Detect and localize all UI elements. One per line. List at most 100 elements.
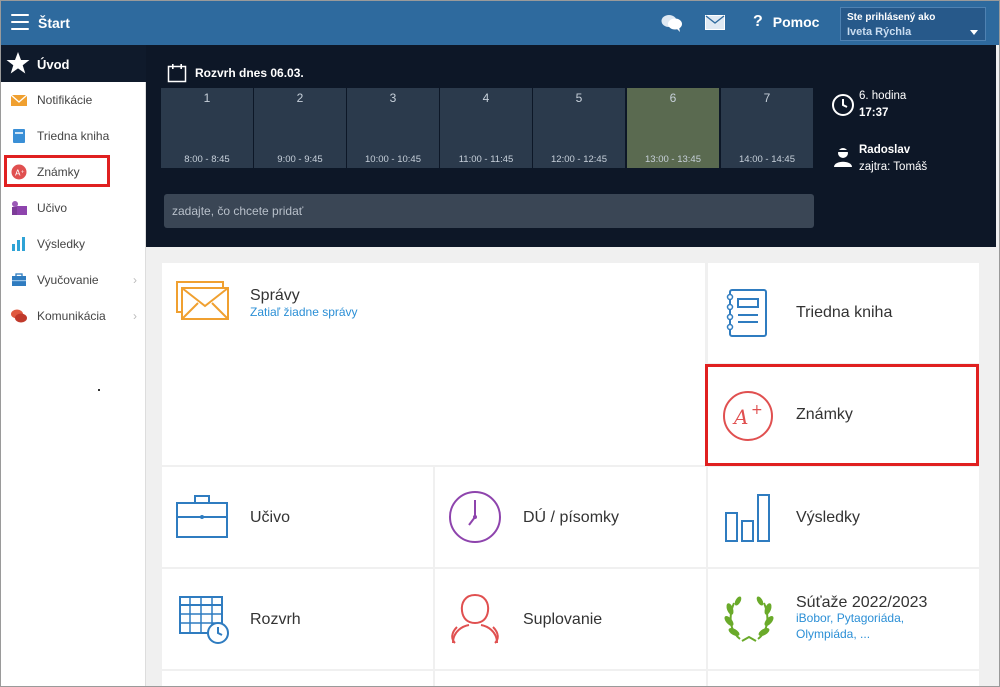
envelope-icon [11, 94, 27, 106]
sidebar-item-label: Triedna kniha [37, 129, 110, 143]
sidebar-item-vysledky[interactable]: Výsledky [1, 226, 145, 262]
tile-label: Rozvrh [250, 611, 301, 628]
sidebar-item-znamky[interactable]: A⁺ Známky [1, 154, 145, 190]
page-title: Štart [38, 15, 70, 31]
sidebar-item-triedna-kniha[interactable]: Triedna kniha [1, 118, 145, 154]
menu-icon[interactable] [11, 14, 29, 30]
slot-time: 9:00 - 9:45 [277, 154, 323, 165]
schedule-title: Rozvrh dnes 06.03. [167, 63, 304, 83]
sidebar-item-notifikacie[interactable]: Notifikácie [1, 82, 145, 118]
tile-znamky[interactable]: A + Známky [708, 365, 979, 465]
svg-text:A: A [732, 405, 748, 429]
tile-label: Známky [796, 406, 853, 423]
sidebar-item-vyucovanie[interactable]: Vyučovanie › [1, 262, 145, 298]
tile-sublabel: Olympiáda, ... [796, 627, 871, 641]
tile-ucivo[interactable]: Učivo [162, 467, 433, 567]
star-icon [6, 52, 30, 74]
tile-partial[interactable] [162, 671, 433, 686]
slot-number: 2 [296, 91, 304, 105]
slot-time: 13:00 - 13:45 [645, 154, 701, 165]
schedule-panel: Rozvrh dnes 06.03. 1 8:00 - 8:45 2 9:00 - … [146, 45, 996, 247]
schedule-slot-6-current[interactable]: 6 13:00 - 13:45 [627, 88, 719, 168]
slot-number: 5 [575, 91, 583, 105]
briefcase-icon [176, 495, 228, 538]
help-icon: ? [753, 13, 763, 30]
tile-label: Výsledky [796, 509, 861, 526]
tile-spravy[interactable]: Správy Zatiaľ žiadne správy [162, 263, 705, 465]
tile-vysledky[interactable]: Výsledky [708, 467, 979, 567]
schedule-slot-7[interactable]: 7 14:00 - 14:45 [721, 88, 813, 168]
user-menu[interactable]: Ste prihlásený ako Iveta Rýchla [840, 7, 986, 41]
current-hour-time-wrap: 17:37 [859, 107, 888, 119]
tile-sublabel: Zatiaľ žiadne správy [250, 305, 358, 319]
slot-time: 8:00 - 8:45 [184, 154, 230, 165]
user-prefix: Ste prihlásený ako [847, 12, 936, 23]
sidebar-item-label: Učivo [37, 201, 68, 215]
stray-dot [98, 389, 100, 391]
tile-rozvrh[interactable]: Rozvrh [162, 569, 433, 669]
sidebar-header-label: Úvod [37, 57, 70, 72]
sidebar-item-label: Komunikácia [37, 309, 106, 323]
tile-label: Učivo [250, 509, 291, 526]
tile-sublabel: iBobor, Pytagoriáda, [796, 611, 905, 625]
briefcase-icon [12, 273, 26, 286]
schedule-slot-5[interactable]: 5 12:00 - 12:45 [533, 88, 625, 168]
mail-icon[interactable] [705, 15, 725, 35]
schedule-slot-4[interactable]: 4 11:00 - 11:45 [440, 88, 532, 168]
clock-icon [449, 491, 501, 543]
sidebar-item-label: Notifikácie [37, 93, 93, 107]
sidebar: Úvod Notifikácie Triedna kniha A⁺ Známky… [1, 45, 146, 686]
chevron-right-icon: › [133, 309, 137, 323]
person-name-wrap: Radoslav [859, 144, 910, 156]
slot-number: 3 [389, 91, 397, 105]
tile-sutaze[interactable]: Súťaže 2022/2023 iBobor, Pytagoriáda, Ol… [708, 569, 979, 669]
tile-label: Triedna kniha [796, 304, 893, 321]
slot-time: 14:00 - 14:45 [739, 154, 795, 165]
help-label: Pomoc [772, 14, 820, 30]
sidebar-item-komunikacia[interactable]: Komunikácia › [1, 298, 145, 334]
tile-label: Suplovanie [523, 611, 603, 628]
chat-icon [11, 309, 27, 323]
schedule-slot-1[interactable]: 1 8:00 - 8:45 [161, 88, 253, 168]
teacher-icon [12, 201, 27, 215]
schedule-slot-3[interactable]: 3 10:00 - 10:45 [347, 88, 439, 168]
schedule-title-text: Rozvrh dnes 06.03. [195, 66, 304, 80]
sidebar-header[interactable]: Úvod [1, 45, 146, 82]
notebook-icon [726, 289, 767, 337]
tile-du-pisomky[interactable]: DÚ / písomky [435, 467, 706, 567]
tile-triedna-kniha[interactable]: Triedna kniha [708, 263, 979, 363]
slot-number: 1 [203, 91, 211, 105]
grade-icon: A + [723, 391, 773, 441]
current-hour-label: 6. hodina [859, 90, 907, 102]
tile-label: Správy [250, 287, 300, 304]
sidebar-item-ucivo[interactable]: Učivo [1, 190, 145, 226]
person-icon [834, 148, 852, 167]
help-button[interactable]: ? Pomoc [753, 13, 819, 31]
chevron-down-icon [970, 30, 978, 35]
tile-partial[interactable] [435, 671, 706, 686]
substitute-person-icon [451, 593, 499, 644]
envelope-icon [176, 281, 229, 320]
clock-icon [832, 94, 854, 116]
person-name: Radoslav [859, 144, 911, 156]
user-name: Iveta Rýchla [847, 26, 912, 38]
slot-number: 7 [763, 91, 771, 105]
sidebar-item-label: Vyučovanie [37, 273, 99, 287]
slot-time: 12:00 - 12:45 [551, 154, 607, 165]
book-icon [13, 129, 25, 143]
timetable-icon [179, 596, 229, 644]
tile-partial[interactable] [708, 671, 979, 686]
tile-suplovanie[interactable]: Suplovanie [435, 569, 706, 669]
add-entry-input[interactable] [164, 194, 814, 228]
chat-icon[interactable] [661, 13, 683, 38]
current-hour-time: 17:37 [859, 107, 889, 119]
schedule-slot-2[interactable]: 2 9:00 - 9:45 [254, 88, 346, 168]
laurel-wreath-icon [724, 596, 774, 642]
slot-time: 10:00 - 10:45 [365, 154, 421, 165]
calendar-icon [167, 64, 187, 83]
svg-text:A⁺: A⁺ [15, 169, 25, 178]
tile-label: DÚ / písomky [523, 509, 620, 526]
bar-chart-icon [725, 494, 770, 542]
grade-icon: A⁺ [11, 164, 27, 180]
slot-time: 11:00 - 11:45 [458, 154, 514, 165]
